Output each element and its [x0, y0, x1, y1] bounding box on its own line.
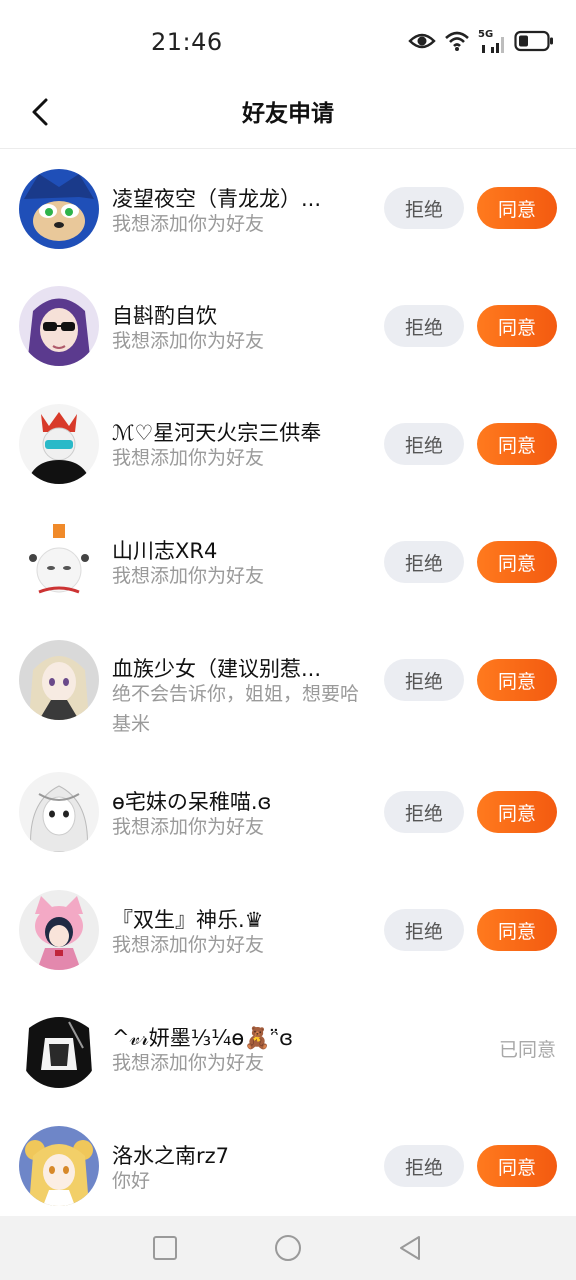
reject-button[interactable]: 拒绝 — [384, 187, 464, 229]
avatar[interactable] — [19, 404, 99, 484]
status-bar: 21:46 5G — [0, 0, 576, 80]
reject-button[interactable]: 拒绝 — [384, 541, 464, 583]
friend-request-item: 凌望夜空（青龙龙）... 我想添加你为好友 拒绝 同意 — [0, 149, 576, 267]
friend-request-item: 血族少女（建议别惹... 绝不会告诉你，姐姐，想要哈基米 拒绝 同意 — [0, 621, 576, 759]
request-message: 我想添加你为好友 — [112, 816, 265, 838]
circle-icon — [275, 1235, 301, 1261]
accept-button[interactable]: 同意 — [477, 659, 557, 701]
avatar[interactable] — [19, 522, 99, 602]
status-time: 21:46 — [151, 28, 223, 56]
header: 好友申请 — [0, 80, 576, 149]
avatar[interactable] — [19, 772, 99, 852]
request-message: 我想添加你为好友 — [112, 213, 265, 235]
friend-request-item: ɵ宅妹の呆稚喵.ɞ 我想添加你为好友 拒绝 同意 — [0, 759, 576, 877]
friend-request-item: ℳ♡星河天火宗三供奉 我想添加你为好友 拒绝 同意 — [0, 385, 576, 503]
friend-request-item: 洛水之南rz7 你好 拒绝 同意 — [0, 1113, 576, 1231]
accept-button[interactable]: 同意 — [477, 423, 557, 465]
friend-request-item: 『双生』神乐.♛ 我想添加你为好友 拒绝 同意 — [0, 877, 576, 995]
reject-button[interactable]: 拒绝 — [384, 423, 464, 465]
avatar[interactable] — [19, 1126, 99, 1206]
request-message: 绝不会告诉你，姐姐，想要哈基米 — [112, 683, 360, 735]
back-nav-button[interactable] — [395, 1233, 425, 1263]
avatar[interactable] — [19, 169, 99, 249]
reject-button[interactable]: 拒绝 — [384, 1145, 464, 1187]
avatar[interactable] — [19, 890, 99, 970]
recent-apps-button[interactable] — [150, 1233, 180, 1263]
eye-icon — [408, 31, 436, 55]
battery-icon — [514, 30, 554, 56]
reject-button[interactable]: 拒绝 — [384, 305, 464, 347]
cellular-signal-icon: 5G — [478, 29, 506, 55]
accept-button[interactable]: 同意 — [477, 305, 557, 347]
friend-request-item: ^𝓋𝓇妍墨⅓¼ɵ🧸ᵔ̈ɞ 我想添加你为好友 已同意 — [0, 995, 576, 1113]
accept-button[interactable]: 同意 — [477, 541, 557, 583]
friend-request-item: 山川志XR4 我想添加你为好友 拒绝 同意 — [0, 503, 576, 621]
reject-button[interactable]: 拒绝 — [384, 909, 464, 951]
friend-request-item: 自斟酌自饮 我想添加你为好友 拒绝 同意 — [0, 267, 576, 385]
request-message: 我想添加你为好友 — [112, 934, 265, 956]
accept-button[interactable]: 同意 — [477, 791, 557, 833]
reject-button[interactable]: 拒绝 — [384, 791, 464, 833]
page-title: 好友申请 — [242, 101, 334, 127]
request-message: 我想添加你为好友 — [112, 565, 265, 587]
home-button[interactable] — [273, 1233, 303, 1263]
reject-button[interactable]: 拒绝 — [384, 659, 464, 701]
avatar[interactable] — [19, 286, 99, 366]
square-icon — [153, 1236, 177, 1260]
request-message: 你好 — [112, 1170, 151, 1192]
request-message: 我想添加你为好友 — [112, 330, 265, 352]
wifi-icon — [444, 30, 470, 56]
accept-button[interactable]: 同意 — [477, 1145, 557, 1187]
accept-button[interactable]: 同意 — [477, 909, 557, 951]
avatar[interactable] — [19, 640, 99, 720]
avatar[interactable] — [19, 1008, 99, 1088]
request-message: 我想添加你为好友 — [112, 1052, 265, 1074]
accept-button[interactable]: 同意 — [477, 187, 557, 229]
friend-request-list: 凌望夜空（青龙龙）... 我想添加你为好友 拒绝 同意 自斟酌自饮 我想添加你为… — [0, 149, 576, 1231]
accepted-status: 已同意 — [498, 1039, 556, 1061]
status-icons: 5G — [408, 28, 554, 58]
system-navigation-bar — [0, 1216, 576, 1280]
triangle-back-icon — [400, 1236, 420, 1260]
request-message: 我想添加你为好友 — [112, 447, 265, 469]
